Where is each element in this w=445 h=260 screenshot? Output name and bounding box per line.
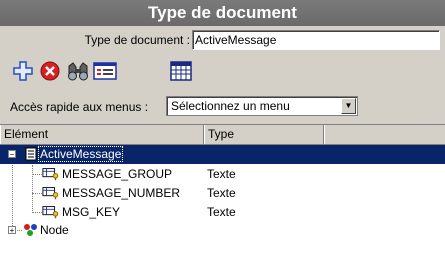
tree-row[interactable]: MESSAGE_GROUP Texte <box>0 165 445 184</box>
window: Type de document Type de document : Acti… <box>0 0 445 260</box>
tree-item-type: Texte <box>207 186 236 200</box>
tree-header: Elément Type <box>0 125 445 145</box>
quick-access-value: Sélectionnez un menu <box>171 99 290 113</box>
doctype-field[interactable] <box>192 30 440 50</box>
delete-button[interactable] <box>37 58 63 84</box>
doctype-row: Type de document : <box>0 29 445 55</box>
field-key-icon <box>42 187 59 200</box>
tree-item-name: MSG_KEY <box>62 205 121 219</box>
properties-icon <box>93 62 117 80</box>
column-header-type[interactable]: Type <box>204 125 324 144</box>
collapse-icon[interactable]: − <box>8 150 16 159</box>
field-key-icon <box>42 168 59 181</box>
tree-item-name: MESSAGE_NUMBER <box>62 186 181 200</box>
tree-row-root[interactable]: − ActiveMessage <box>0 145 445 164</box>
table-icon <box>170 61 192 81</box>
node-icon <box>24 224 37 236</box>
tree-node-name: Node <box>40 223 69 237</box>
table-button[interactable] <box>168 58 194 84</box>
tree-row-node[interactable]: + Node <box>0 221 445 240</box>
doctype-label: Type de document : <box>84 33 190 47</box>
quick-access-label: Accès rapide aux menus : <box>10 100 149 114</box>
binoculars-icon <box>68 62 88 81</box>
tree-root-name: ActiveMessage <box>38 146 124 162</box>
expand-icon[interactable]: + <box>8 226 16 235</box>
chevron-down-icon[interactable]: ▼ <box>341 98 356 114</box>
tree-row[interactable]: MESSAGE_NUMBER Texte <box>0 184 445 203</box>
properties-button[interactable] <box>92 58 118 84</box>
search-button[interactable] <box>65 58 91 84</box>
column-header-filler <box>324 125 445 144</box>
quick-access-row: Accès rapide aux menus : Sélectionnez un… <box>0 95 445 119</box>
add-icon <box>13 61 33 81</box>
add-button[interactable] <box>10 58 36 84</box>
delete-icon <box>40 61 60 81</box>
window-title: Type de document <box>0 0 445 26</box>
toolbar <box>10 58 440 88</box>
tree-row[interactable]: MSG_KEY Texte <box>0 203 445 222</box>
column-header-element[interactable]: Elément <box>0 125 204 144</box>
tree-item-type: Texte <box>207 167 236 181</box>
field-key-icon <box>42 206 59 219</box>
tree-item-type: Texte <box>207 205 236 219</box>
element-tree: Elément Type − ActiveMessage MESSAGE_GRO… <box>0 124 445 260</box>
quick-access-select[interactable]: Sélectionnez un menu ▼ <box>166 96 358 116</box>
tree-item-name: MESSAGE_GROUP <box>62 167 173 181</box>
